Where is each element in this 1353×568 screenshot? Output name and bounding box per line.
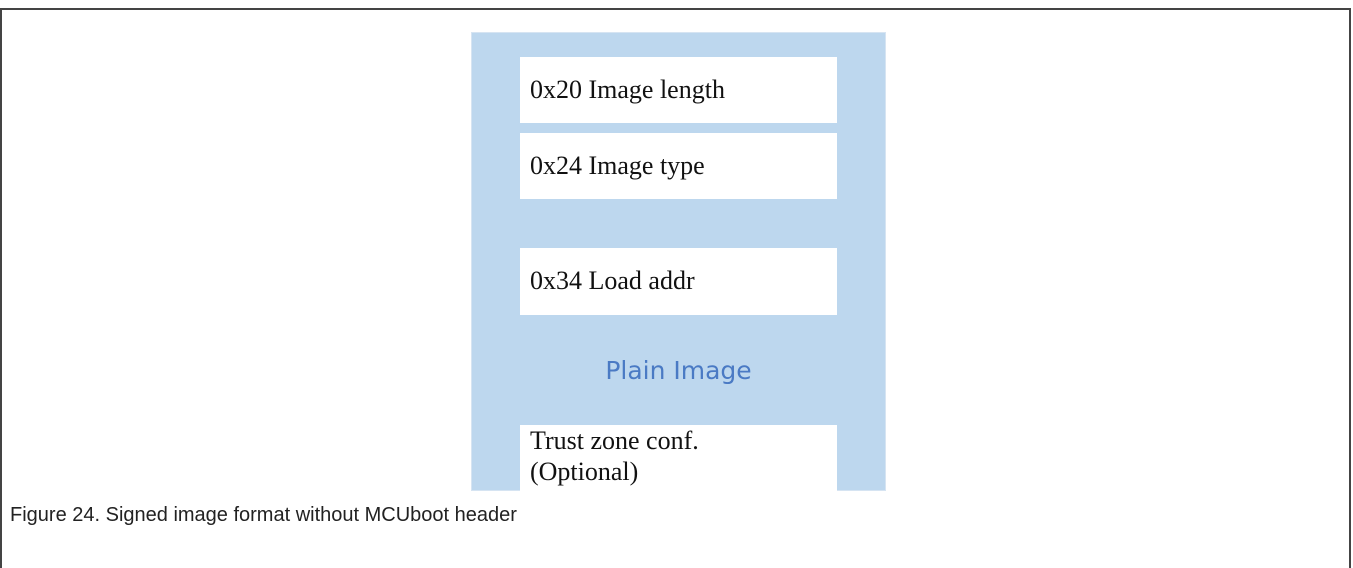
load-addr-field: 0x34 Load addr [520,248,837,315]
trust-zone-line2: (Optional) [530,457,639,486]
image-type-field: 0x24 Image type [520,133,837,199]
trust-zone-field: Trust zone conf. (Optional) [520,425,837,491]
image-length-field: 0x20 Image length [520,57,837,123]
trust-zone-line1: Trust zone conf. [530,426,699,455]
plain-image-label: Plain Image [605,356,752,385]
image-format-diagram: 0x20 Image length 0x24 Image type 0x34 L… [471,32,886,491]
figure-caption: Figure 24. Signed image format without M… [10,504,517,526]
